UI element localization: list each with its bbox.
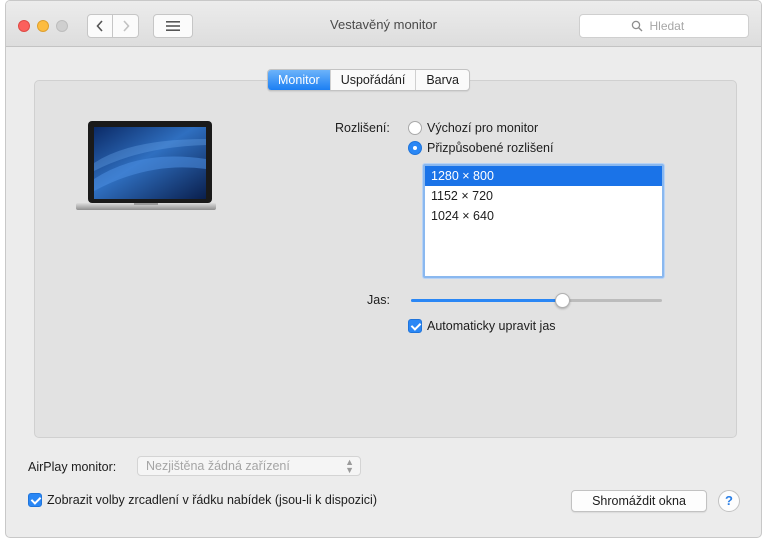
search-icon [631,20,642,32]
resolution-list[interactable]: 1280 × 800 1152 × 720 1024 × 640 [423,164,664,278]
mirroring-label[interactable]: Zobrazit volby zrcadlení v řádku nabídek… [47,493,377,507]
airplay-select[interactable]: Nezjištěna žádná zařízení ▲ ▼ [137,456,361,476]
updown-chevron-icon: ▲ ▼ [345,457,354,475]
title-bar: Vestavěný monitor [6,1,761,47]
help-button[interactable]: ? [718,490,740,512]
tab-arrangement[interactable]: Uspořádání [329,70,416,90]
brightness-slider-fill [411,299,562,302]
preferences-window: Vestavěný monitor Monitor Uspořádání Bar… [5,0,762,538]
resolution-option[interactable]: 1024 × 640 [425,206,662,226]
radio-default-resolution[interactable] [408,121,422,135]
monitor-panel: Rozlišení: Výchozí pro monitor Přizpůsob… [34,80,737,438]
tab-color[interactable]: Barva [415,70,469,90]
laptop-icon [76,121,216,210]
mirroring-checkbox[interactable] [28,493,42,507]
search-input[interactable] [647,18,698,34]
tab-monitor[interactable]: Monitor [268,70,330,90]
brightness-slider[interactable] [411,293,662,308]
brightness-slider-knob[interactable] [554,293,570,308]
radio-scaled-resolution[interactable] [408,141,422,155]
brightness-label: Jas: [367,293,390,307]
tab-bar: Monitor Uspořádání Barva [267,69,470,91]
default-resolution-label[interactable]: Výchozí pro monitor [427,121,538,135]
scaled-resolution-label[interactable]: Přizpůsobené rozlišení [427,141,553,155]
search-field[interactable] [579,14,749,38]
gather-windows-button[interactable]: Shromáždit okna [571,490,707,512]
auto-brightness-checkbox[interactable] [408,319,422,333]
resolution-option[interactable]: 1280 × 800 [425,166,662,186]
auto-brightness-label[interactable]: Automaticky upravit jas [427,319,556,333]
airplay-select-value: Nezjištěna žádná zařízení [146,459,290,473]
resolution-label: Rozlišení: [335,121,390,135]
airplay-label: AirPlay monitor: [28,460,117,474]
resolution-option[interactable]: 1152 × 720 [425,186,662,206]
